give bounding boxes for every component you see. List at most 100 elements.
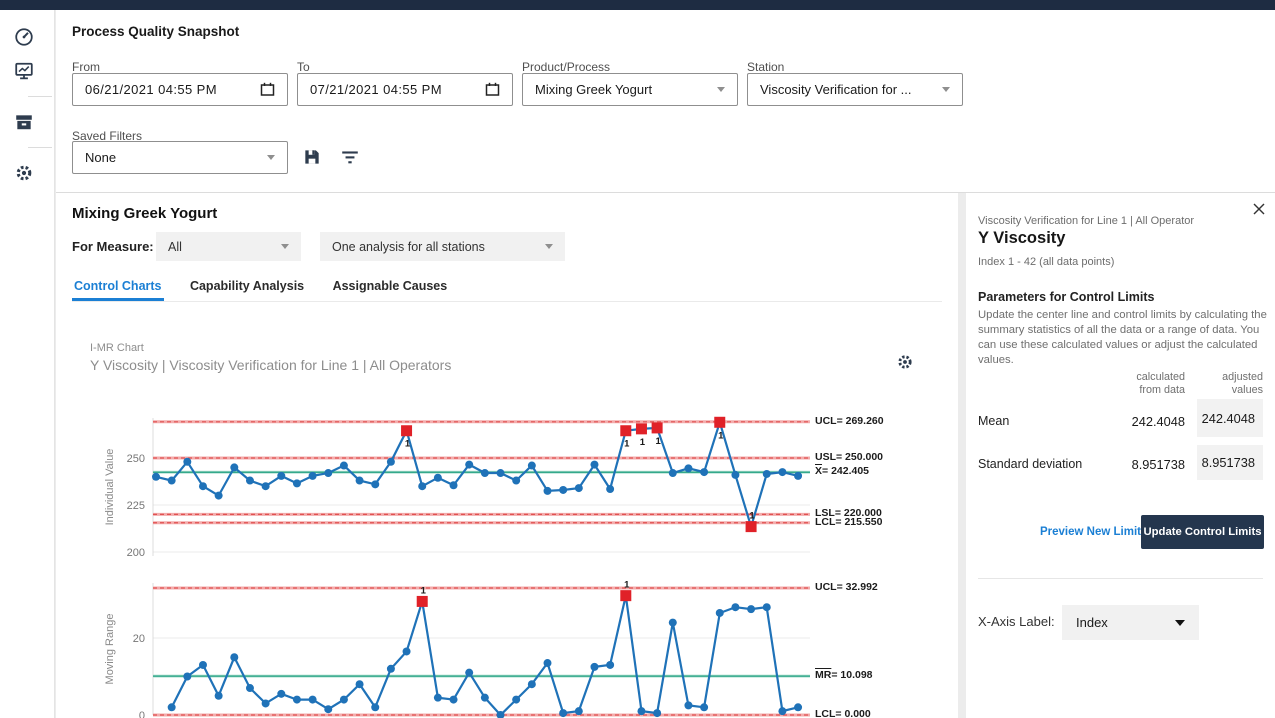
out-of-control-point: [417, 596, 428, 607]
analysis-mode-value: One analysis for all stations: [332, 240, 545, 254]
preview-new-limits-link[interactable]: Preview New Limits: [1040, 526, 1147, 538]
limit-label: USL= 250.000: [815, 451, 883, 463]
y-tick-label: 200: [127, 547, 145, 559]
data-point: [293, 696, 301, 704]
test-flag-label: 1: [405, 439, 411, 450]
process-heading: Mixing Greek Yogurt: [72, 205, 217, 222]
out-of-control-point: [714, 417, 725, 428]
mean-adjusted-input[interactable]: 242.4048: [1197, 399, 1263, 437]
panel-title: Y Viscosity: [978, 229, 1065, 248]
data-point: [559, 486, 567, 494]
limit-label: LCL= 215.550: [815, 516, 882, 528]
data-point: [512, 696, 520, 704]
data-point: [512, 477, 520, 485]
sidebar-item-dashboard[interactable]: [14, 27, 34, 47]
data-point: [340, 462, 348, 470]
tab-capability-analysis[interactable]: Capability Analysis: [188, 275, 306, 301]
limit-label: UCL= 32.992: [815, 581, 878, 593]
data-point: [387, 665, 395, 673]
calendar-icon[interactable]: [485, 82, 500, 97]
data-point: [559, 709, 567, 717]
test-flag-label: 1: [640, 437, 646, 448]
data-point: [152, 473, 160, 481]
data-point: [262, 482, 270, 490]
measure-select[interactable]: All: [156, 232, 301, 261]
product-process-label: Product/Process: [522, 60, 610, 74]
data-point: [778, 468, 786, 476]
out-of-control-point: [652, 422, 663, 433]
save-filter-button[interactable]: [302, 147, 324, 169]
data-point: [371, 703, 379, 711]
sidebar-item-products[interactable]: [14, 112, 34, 132]
chart-title: Y Viscosity | Viscosity Verification for…: [90, 357, 451, 373]
chevron-down-icon: [281, 244, 289, 249]
data-point: [528, 462, 536, 470]
data-point: [669, 619, 677, 627]
close-panel-button[interactable]: [1252, 202, 1266, 216]
sidebar-item-settings[interactable]: [14, 163, 34, 183]
to-date-value: 07/21/2021 04:55 PM: [310, 82, 485, 97]
sidebar-divider: [28, 147, 52, 148]
x-axis-select[interactable]: Index: [1062, 605, 1199, 640]
data-point: [168, 477, 176, 485]
filter-button[interactable]: [340, 147, 362, 169]
test-flag-label: 1: [421, 585, 427, 596]
data-point: [778, 707, 786, 715]
chart-options-button[interactable]: [896, 353, 914, 371]
tab-bar: Control Charts Capability Analysis Assig…: [72, 275, 942, 302]
saved-filters-select[interactable]: None: [72, 141, 288, 174]
tab-control-charts[interactable]: Control Charts: [72, 275, 164, 301]
gauge-icon: [14, 27, 34, 47]
from-date-input[interactable]: 06/21/2021 04:55 PM: [72, 73, 288, 106]
data-point: [465, 461, 473, 469]
data-point: [450, 696, 458, 704]
data-point: [637, 707, 645, 715]
analysis-mode-select[interactable]: One analysis for all stations: [320, 232, 565, 261]
data-point: [590, 663, 598, 671]
update-control-limits-button[interactable]: Update Control Limits: [1141, 515, 1264, 549]
panel-index-note: Index 1 - 42 (all data points): [978, 256, 1114, 268]
data-point: [199, 482, 207, 490]
to-label: To: [297, 60, 310, 74]
tab-assignable-causes[interactable]: Assignable Causes: [331, 275, 450, 301]
data-point: [481, 469, 489, 477]
data-point: [418, 482, 426, 490]
data-point: [653, 709, 661, 717]
data-point: [277, 472, 285, 480]
stddev-adjusted-input[interactable]: 8.951738: [1197, 445, 1263, 480]
out-of-control-point: [746, 521, 757, 532]
gear-icon: [896, 353, 914, 371]
data-point: [606, 661, 614, 669]
data-point: [497, 469, 505, 477]
out-of-control-point: [636, 423, 647, 434]
sidebar-divider: [28, 96, 52, 97]
data-point: [575, 707, 583, 715]
mean-row-label: Mean: [978, 414, 1009, 428]
product-process-select[interactable]: Mixing Greek Yogurt: [522, 73, 738, 106]
from-label: From: [72, 60, 100, 74]
data-point: [215, 492, 223, 500]
data-point: [403, 647, 411, 655]
imr-chart: 250225200111111Individual Value20011Movi…: [100, 405, 958, 718]
filter-bar: Process Quality Snapshot From 06/21/2021…: [56, 10, 1275, 192]
chevron-down-icon: [717, 87, 725, 92]
data-point: [199, 661, 207, 669]
chevron-down-icon: [545, 244, 553, 249]
station-select[interactable]: Viscosity Verification for ...: [747, 73, 963, 106]
params-description: Update the center line and control limit…: [978, 308, 1271, 368]
data-point: [684, 464, 692, 472]
from-date-value: 06/21/2021 04:55 PM: [85, 82, 260, 97]
y-tick-label: 0: [139, 710, 145, 718]
data-point: [528, 680, 536, 688]
data-point: [763, 603, 771, 611]
data-point: [731, 603, 739, 611]
sidebar-item-monitoring[interactable]: [14, 61, 34, 81]
close-icon: [1252, 202, 1266, 216]
chart-kind-label: I-MR Chart: [90, 342, 144, 354]
to-date-input[interactable]: 07/21/2021 04:55 PM: [297, 73, 513, 106]
data-point: [324, 469, 332, 477]
data-point: [763, 470, 771, 478]
data-point: [481, 694, 489, 702]
calendar-icon[interactable]: [260, 82, 275, 97]
product-process-value: Mixing Greek Yogurt: [535, 82, 717, 97]
